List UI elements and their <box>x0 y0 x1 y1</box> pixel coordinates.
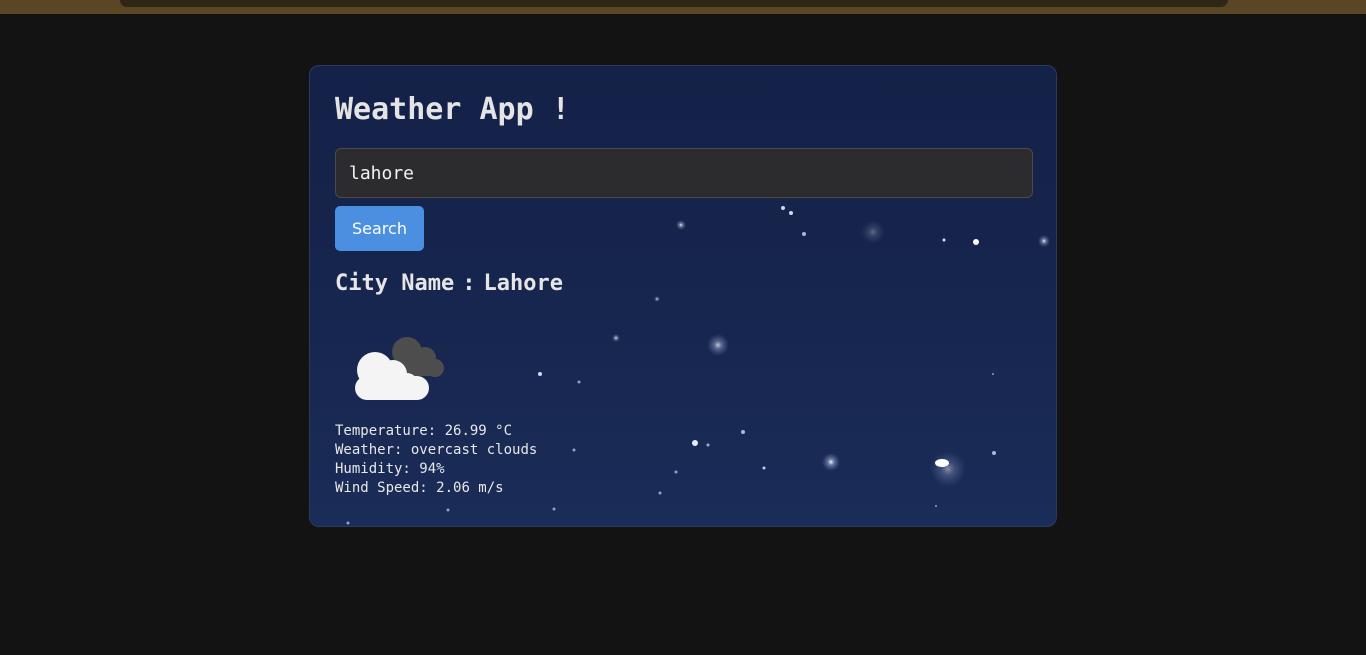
temperature-value: 26.99 °C <box>444 423 513 439</box>
humidity-label: Humidity: <box>335 461 411 477</box>
weather-value: overcast clouds <box>410 442 538 458</box>
city-search-input[interactable] <box>335 148 1033 198</box>
wind-speed-label: Wind Speed: <box>335 480 428 496</box>
browser-address-bar-edge <box>120 0 1228 7</box>
city-name-value: Lahore <box>483 271 563 296</box>
app-title: Weather App ! <box>335 92 570 127</box>
card-content: Weather App ! Search City Name: Lahore Te… <box>335 92 1033 498</box>
overcast-clouds-icon <box>355 337 444 400</box>
search-button[interactable]: Search <box>335 206 424 251</box>
weather-card: Weather App ! Search City Name: Lahore Te… <box>309 65 1057 527</box>
humidity-row: Humidity: 94% <box>335 460 1033 479</box>
browser-top-strip <box>0 0 1366 14</box>
temperature-row: Temperature: 26.99 °C <box>335 422 1033 441</box>
wind-speed-row: Wind Speed: 2.06 m/s <box>335 479 1033 498</box>
weather-row: Weather: overcast clouds <box>335 441 1033 460</box>
weather-details: Temperature: 26.99 °C Weather: overcast … <box>335 422 1033 498</box>
city-name-separator: : <box>462 271 476 296</box>
city-name-heading: City Name: Lahore <box>335 270 1033 298</box>
wind-speed-value: 2.06 m/s <box>436 480 504 496</box>
humidity-value: 94% <box>419 461 445 477</box>
city-name-label: City Name <box>335 271 455 296</box>
weather-label: Weather: <box>335 442 403 458</box>
temperature-label: Temperature: <box>335 423 437 439</box>
